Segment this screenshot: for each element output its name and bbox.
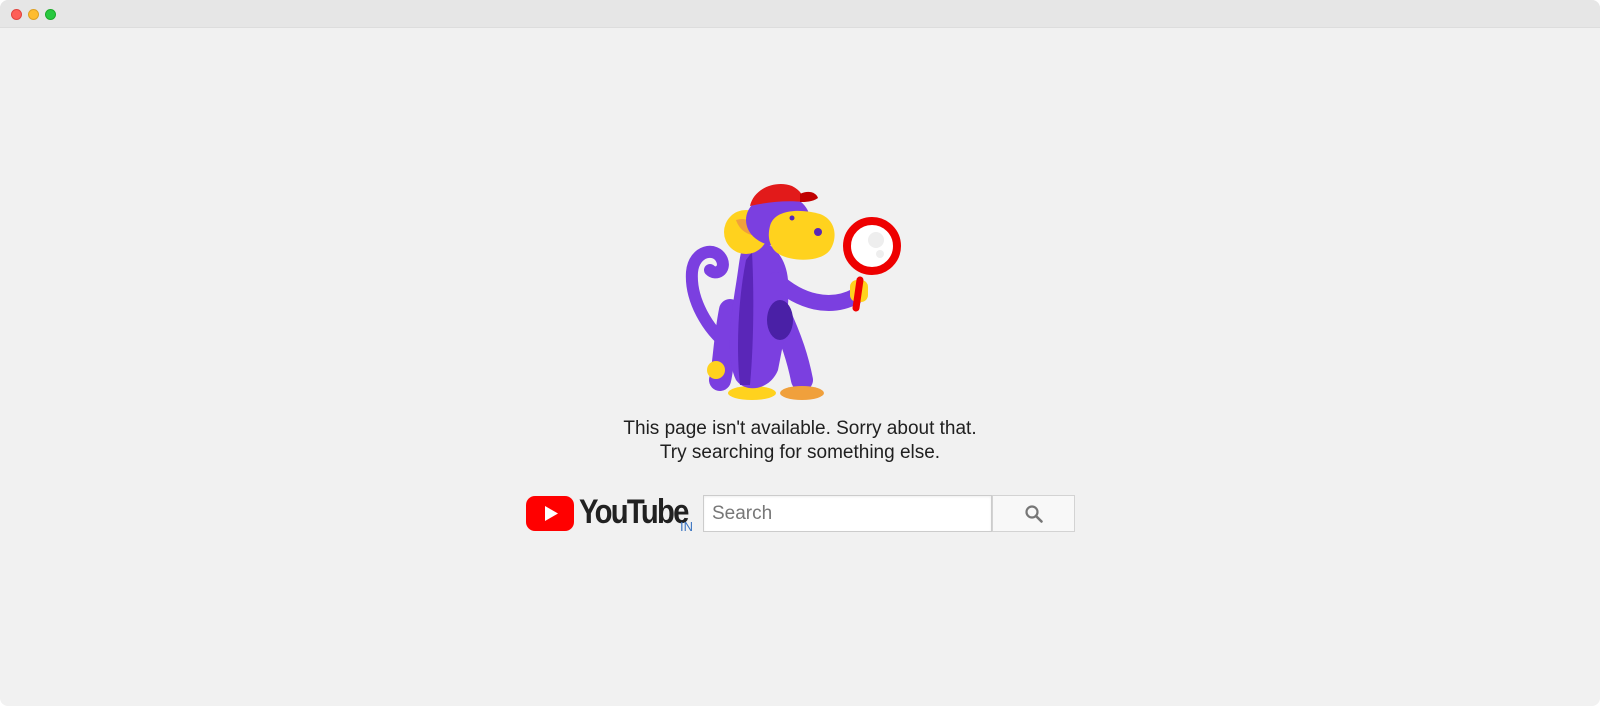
- error-message-line-2: Try searching for something else.: [659, 442, 941, 463]
- zoom-window-button[interactable]: [45, 9, 56, 20]
- close-window-button[interactable]: [11, 9, 22, 20]
- logo-country-code: IN: [680, 519, 693, 534]
- monkey-with-magnifying-glass-icon: [685, 184, 901, 400]
- browser-window: This page isn't available. Sorry about t…: [0, 0, 1600, 706]
- youtube-logo[interactable]: YouTube IN: [526, 493, 696, 535]
- window-titlebar: [0, 0, 1600, 28]
- search-icon: [1025, 505, 1043, 523]
- error-message-line-1: This page isn't available. Sorry about t…: [623, 418, 977, 439]
- youtube-play-icon: [526, 496, 574, 531]
- minimize-window-button[interactable]: [28, 9, 39, 20]
- search-button[interactable]: [992, 495, 1075, 532]
- search-input[interactable]: [703, 495, 992, 532]
- logo-wordmark: YouTube: [579, 493, 689, 531]
